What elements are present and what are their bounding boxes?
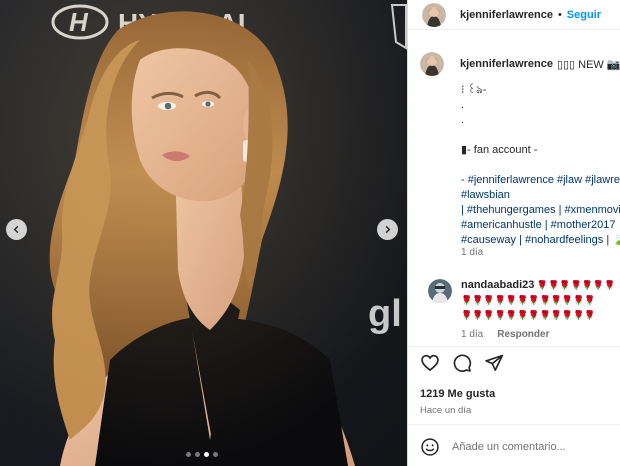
caption-line (461, 158, 620, 173)
caption-avatar[interactable] (420, 52, 444, 76)
chevron-left-icon (13, 225, 19, 234)
comment-line: 🌹🌹🌹🌹🌹🌹🌹🌹🌹🌹🌹🌹 (461, 295, 596, 305)
comment-text: 🌹🌹🌹🌹🌹🌹🌹🌹🌹🌹🌹🌹 🌹🌹🌹🌹🌹🌹🌹🌹🌹🌹🌹🌹 (461, 293, 620, 323)
divider (408, 424, 620, 425)
photo-scene: H HYUNDAI gl (0, 0, 407, 466)
heart-icon (421, 354, 439, 372)
comment-composer (420, 437, 612, 457)
carousel-dot (213, 452, 218, 457)
reply-button[interactable]: Responder (497, 329, 549, 340)
emoji-button[interactable] (420, 437, 440, 457)
post-actions (420, 353, 504, 373)
caption-line: ▮- fan account - (461, 144, 538, 156)
avatar-image (420, 52, 444, 76)
caption-hashtags[interactable]: #lawsbian (461, 188, 620, 203)
author-avatar[interactable] (422, 2, 446, 27)
caption-line (461, 128, 620, 143)
chevron-right-icon (385, 225, 391, 234)
comment-icon (453, 354, 472, 372)
caption-hashtags[interactable]: - #jenniferlawrence #jlaw #jlawrence (461, 173, 620, 188)
like-button[interactable] (420, 353, 440, 373)
post-viewer: H HYUNDAI gl (0, 0, 620, 466)
post-photo[interactable]: H HYUNDAI gl (0, 0, 407, 466)
caption-line: ⁝ ꒰ঌ- (461, 84, 487, 96)
post-header: kjenniferlawrence • Seguir (408, 0, 620, 30)
share-button[interactable] (484, 353, 504, 373)
caption-username[interactable]: kjenniferlawrence (460, 58, 553, 70)
avatar-image (422, 2, 446, 27)
carousel-dot (186, 452, 191, 457)
caption-hashtags[interactable]: #americanhustle | #mother2017 (461, 218, 620, 233)
author-username[interactable]: kjenniferlawrence (460, 9, 553, 21)
post-side-panel: kjenniferlawrence • Seguir kjenniferlawr… (407, 0, 620, 466)
previous-photo-button[interactable] (6, 219, 27, 240)
comment-meta: 1 día Responder (461, 329, 549, 340)
caption-hashtags[interactable]: #causeway | #nohardfeelings | 🍃 (461, 233, 620, 248)
carousel-dot (195, 452, 200, 457)
caption-time[interactable]: 1 día (461, 247, 483, 258)
caption-line: . (461, 114, 465, 126)
carousel-dot-active (204, 452, 209, 457)
header-separator: • (557, 8, 562, 21)
comment-button[interactable] (452, 353, 472, 373)
caption-line: . (461, 99, 465, 111)
caption-header: kjenniferlawrence ▯▯▯ NEW 📷 (420, 52, 620, 76)
next-photo-button[interactable] (377, 219, 398, 240)
avatar-image (428, 279, 452, 303)
caption-text: ⁝ ꒰ঌ- . . ▮- fan account - - #jenniferla… (461, 83, 620, 248)
carousel-indicator (186, 452, 218, 457)
post-time[interactable]: Hace un día (420, 405, 471, 416)
comment-time[interactable]: 1 día (461, 329, 483, 340)
divider (408, 346, 620, 347)
comment-line: 🌹🌹🌹🌹🌹🌹🌹🌹🌹🌹🌹🌹 (461, 310, 596, 320)
comment-first-line: 🌹🌹🌹🌹🌹🌹🌹 (534, 280, 616, 290)
share-icon (485, 354, 504, 371)
likes-count[interactable]: 1219 Me gusta (420, 388, 495, 400)
caption-hashtags[interactable]: | #thehungergames | #xmenmovie (461, 203, 620, 218)
follow-button[interactable]: Seguir (567, 9, 601, 21)
comment-input[interactable] (452, 441, 612, 453)
emoji-icon (421, 438, 439, 456)
caption-title: ▯▯▯ NEW 📷 (556, 58, 620, 71)
commenter-avatar[interactable] (428, 279, 452, 303)
commenter-username[interactable]: nandaabadi23 (461, 279, 534, 291)
